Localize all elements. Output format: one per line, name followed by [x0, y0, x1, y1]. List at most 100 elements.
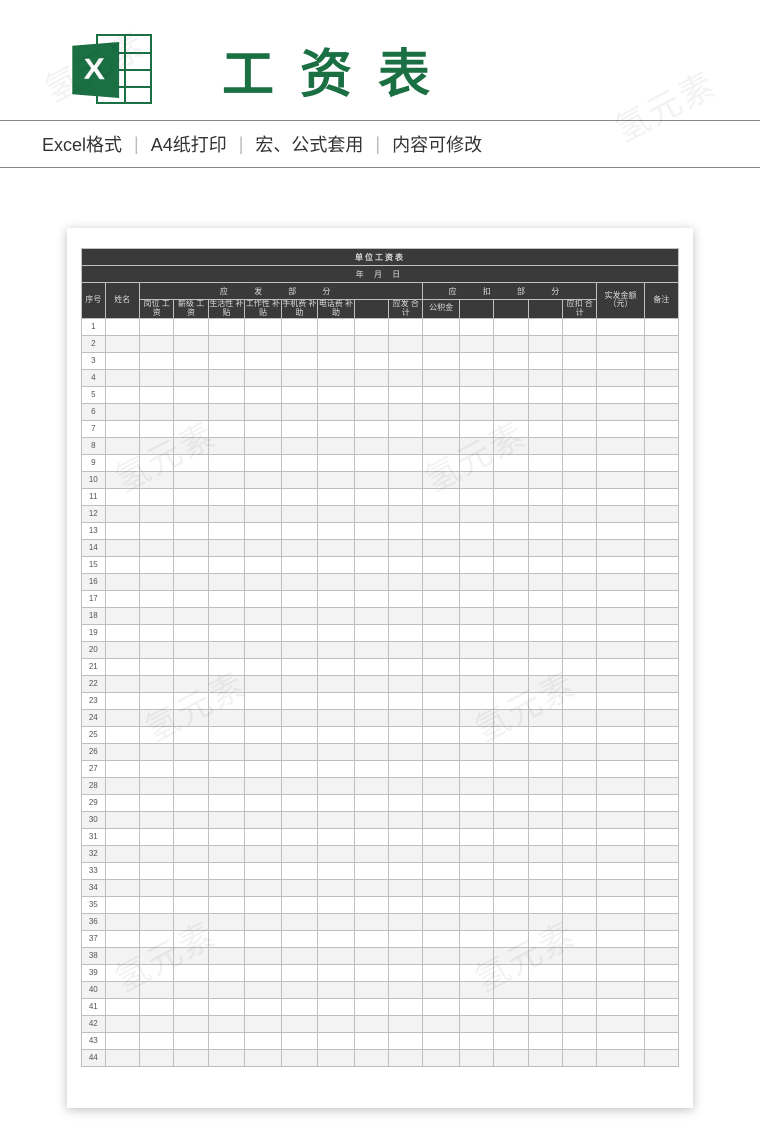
- cell: [528, 726, 562, 743]
- cell: [494, 488, 528, 505]
- cell: [644, 1049, 678, 1066]
- cell: [644, 437, 678, 454]
- cell: [174, 352, 208, 369]
- cell: [139, 930, 173, 947]
- cell: [139, 318, 173, 335]
- cell: [105, 794, 139, 811]
- cell: [597, 930, 644, 947]
- feature-a4-print: A4纸打印: [151, 131, 227, 157]
- table-row: 5: [82, 386, 679, 403]
- cell: [174, 318, 208, 335]
- cell: [494, 386, 528, 403]
- cell: [354, 573, 388, 590]
- cell: [354, 828, 388, 845]
- table-row: 18: [82, 607, 679, 624]
- row-number: 8: [82, 437, 106, 454]
- cell: [318, 862, 355, 879]
- cell: [105, 658, 139, 675]
- cell: [208, 1049, 245, 1066]
- cell: [208, 947, 245, 964]
- cell: [494, 879, 528, 896]
- table-row: 44: [82, 1049, 679, 1066]
- cell: [354, 862, 388, 879]
- cell: [459, 369, 493, 386]
- cell: [318, 590, 355, 607]
- table-row: 2: [82, 335, 679, 352]
- cell: [139, 539, 173, 556]
- cell: [459, 1032, 493, 1049]
- table-row: 16: [82, 573, 679, 590]
- cell: [389, 1049, 423, 1066]
- cell: [174, 777, 208, 794]
- table-row: 39: [82, 964, 679, 981]
- cell: [354, 777, 388, 794]
- cell: [208, 335, 245, 352]
- cell: [644, 675, 678, 692]
- cell: [423, 437, 460, 454]
- cell: [139, 335, 173, 352]
- cell: [562, 811, 596, 828]
- cell: [423, 964, 460, 981]
- cell: [562, 760, 596, 777]
- cell: [318, 998, 355, 1015]
- cell: [494, 794, 528, 811]
- cell: [423, 1032, 460, 1049]
- cell: [208, 488, 245, 505]
- cell: [354, 624, 388, 641]
- cell: [245, 862, 282, 879]
- cell: [174, 539, 208, 556]
- feature-editable: 内容可修改: [392, 131, 482, 157]
- cell: [318, 403, 355, 420]
- cell: [459, 692, 493, 709]
- cell: [208, 964, 245, 981]
- cell: [597, 726, 644, 743]
- cell: [318, 964, 355, 981]
- cell: [245, 1032, 282, 1049]
- cell: [389, 726, 423, 743]
- cell: [281, 607, 318, 624]
- row-number: 20: [82, 641, 106, 658]
- row-number: 35: [82, 896, 106, 913]
- cell: [105, 1049, 139, 1066]
- cell: [459, 505, 493, 522]
- cell: [105, 539, 139, 556]
- cell: [318, 913, 355, 930]
- cell: [105, 692, 139, 709]
- cell: [528, 777, 562, 794]
- feature-macro-formula: 宏、公式套用: [255, 131, 363, 157]
- cell: [389, 522, 423, 539]
- cell: [245, 386, 282, 403]
- row-number: 19: [82, 624, 106, 641]
- cell: [459, 335, 493, 352]
- cell: [208, 726, 245, 743]
- cell: [318, 658, 355, 675]
- cell: [423, 777, 460, 794]
- cell: [389, 862, 423, 879]
- cell: [281, 335, 318, 352]
- table-row: 29: [82, 794, 679, 811]
- cell: [459, 1049, 493, 1066]
- cell: [281, 879, 318, 896]
- cell: [208, 675, 245, 692]
- cell: [528, 913, 562, 930]
- cell: [174, 879, 208, 896]
- cell: [389, 845, 423, 862]
- cell: [423, 862, 460, 879]
- cell: [318, 828, 355, 845]
- cell: [174, 692, 208, 709]
- cell: [389, 471, 423, 488]
- cell: [139, 692, 173, 709]
- cell: [281, 675, 318, 692]
- cell: [423, 726, 460, 743]
- cell: [139, 760, 173, 777]
- table-row: 37: [82, 930, 679, 947]
- cell: [494, 556, 528, 573]
- cell: [423, 692, 460, 709]
- cell: [281, 403, 318, 420]
- cell: [389, 403, 423, 420]
- cell: [389, 947, 423, 964]
- cell: [494, 947, 528, 964]
- cell: [389, 658, 423, 675]
- cell: [318, 607, 355, 624]
- cell: [459, 743, 493, 760]
